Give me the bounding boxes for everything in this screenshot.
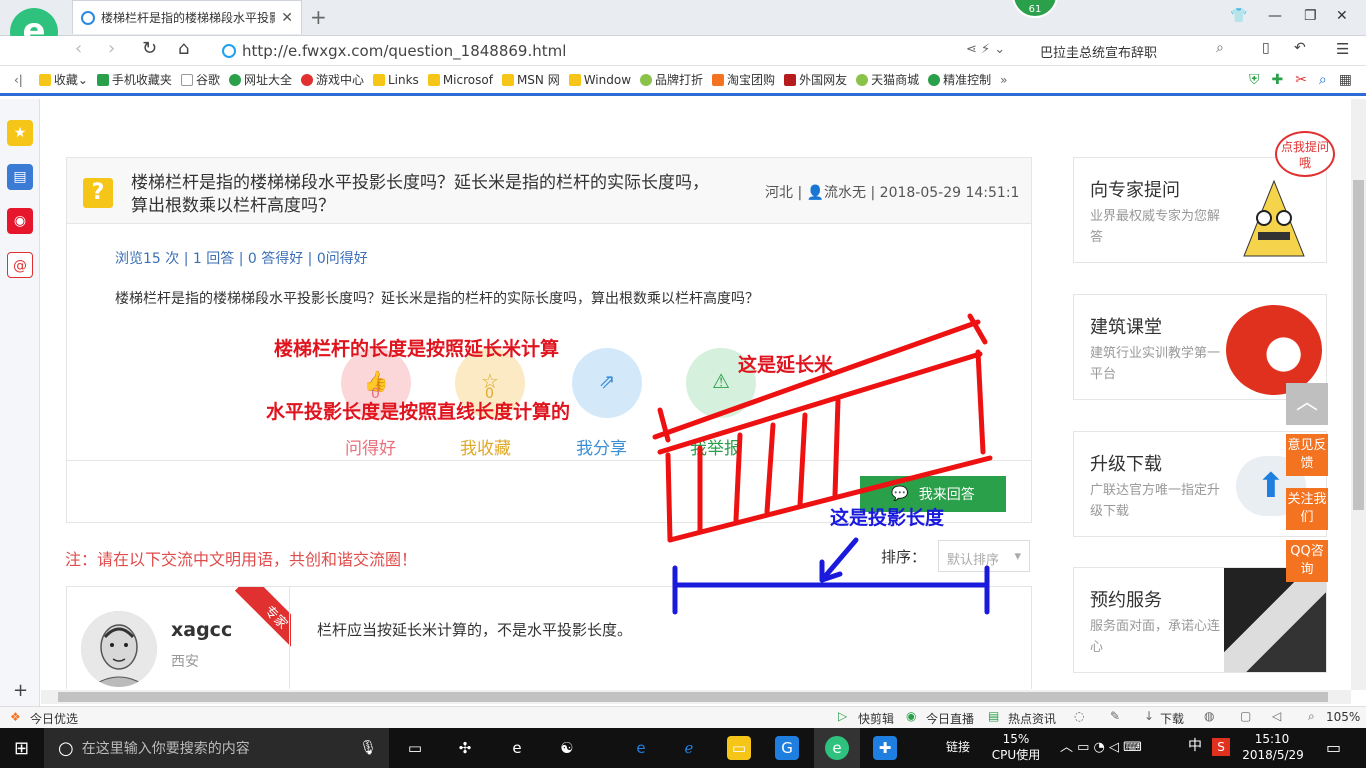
pinwheel-app-icon[interactable]: ✣ — [453, 736, 477, 760]
horizontal-scroll-thumb[interactable] — [58, 692, 1328, 702]
microphone-icon[interactable]: 🎙 — [359, 740, 377, 756]
news-icon: ▤ — [988, 709, 1000, 723]
sogou-ime-icon[interactable]: S — [1212, 738, 1230, 756]
download-icon: ↓ — [1144, 709, 1155, 723]
post-right — [975, 349, 986, 455]
cortana-circle-icon: ○ — [58, 737, 74, 759]
gift-icon: ❖ — [10, 710, 21, 724]
file-explorer-icon[interactable]: ▭ — [727, 736, 751, 760]
annotation-text-red: 这是延长米 — [738, 354, 834, 376]
zoom-level[interactable]: 105% — [1326, 710, 1360, 724]
ime-indicator[interactable]: 中 — [1188, 739, 1202, 754]
windows-start-icon[interactable]: ⊞ — [14, 738, 29, 759]
status-bar: ❖ 今日优选 ▷ 快剪辑 ◉ 今日直播 ▤ 热点资讯 ◌ ✎ ↓ 下载 ◍ ▢ … — [0, 706, 1366, 728]
status-item[interactable]: 快剪辑 — [858, 710, 894, 727]
tools-icon[interactable]: ✎ — [1110, 709, 1120, 723]
daily-picks-link[interactable]: 今日优选 — [30, 710, 78, 727]
clock-time[interactable]: 15:10 — [1244, 732, 1300, 747]
clip-icon: ▷ — [838, 709, 848, 723]
spiral-app-icon[interactable]: ☯ — [555, 736, 579, 760]
browser-taskbar-icon[interactable]: e — [825, 736, 849, 760]
status-item[interactable]: 热点资讯 — [1008, 710, 1056, 727]
post-left — [665, 452, 673, 543]
cpu-value: 15% — [1002, 732, 1030, 746]
notification-center-icon[interactable]: ▭ — [1326, 738, 1341, 757]
plus-app-icon[interactable]: ✚ — [873, 736, 897, 760]
speed-icon[interactable]: ◌ — [1074, 709, 1084, 723]
volume-icon[interactable]: ◁ — [1272, 709, 1281, 723]
annotation-text-red: 楼梯栏杆的长度是按照延长米计算 — [274, 338, 560, 360]
edge-e-icon[interactable]: e — [505, 736, 529, 760]
cpu-label: CPU使用 — [991, 748, 1041, 762]
clean-icon[interactable]: ◍ — [1204, 709, 1214, 723]
status-item[interactable]: 今日直播 — [926, 710, 974, 727]
windows-taskbar: ⊞ ○ 在这里输入你要搜索的内容 🎙 ▭ ✣ e ☯ e ℯ ▭ G e ✚ 链… — [0, 728, 1366, 768]
annotation-text-red: 水平投影长度是按照直线长度计算的 — [266, 401, 571, 423]
ie-browser-icon[interactable]: ℯ — [677, 736, 701, 760]
vertical-scroll-thumb[interactable] — [1353, 180, 1364, 510]
tray-icons[interactable]: ︿ ▭ ◔ ◁ ⌨ — [1060, 740, 1142, 755]
taskbar-search[interactable]: ○ 在这里输入你要搜索的内容 🎙 — [44, 728, 389, 768]
task-view-icon[interactable]: ▭ — [403, 736, 427, 760]
annotation-drawing — [652, 313, 993, 615]
edge-browser-icon[interactable]: e — [629, 736, 653, 760]
link-toolbar[interactable]: 链接 — [946, 740, 970, 755]
annotation-text-blue: 这是投影长度 — [830, 507, 945, 529]
live-icon: ◉ — [906, 709, 917, 723]
window-icon[interactable]: ▢ — [1240, 709, 1251, 723]
handrail-top-line — [652, 319, 981, 440]
status-item[interactable]: 下载 — [1160, 710, 1184, 727]
g-app-icon[interactable]: G — [775, 736, 799, 760]
clock-date[interactable]: 2018/5/29 — [1238, 748, 1308, 763]
zoom-icon: ⌕ — [1308, 709, 1315, 723]
